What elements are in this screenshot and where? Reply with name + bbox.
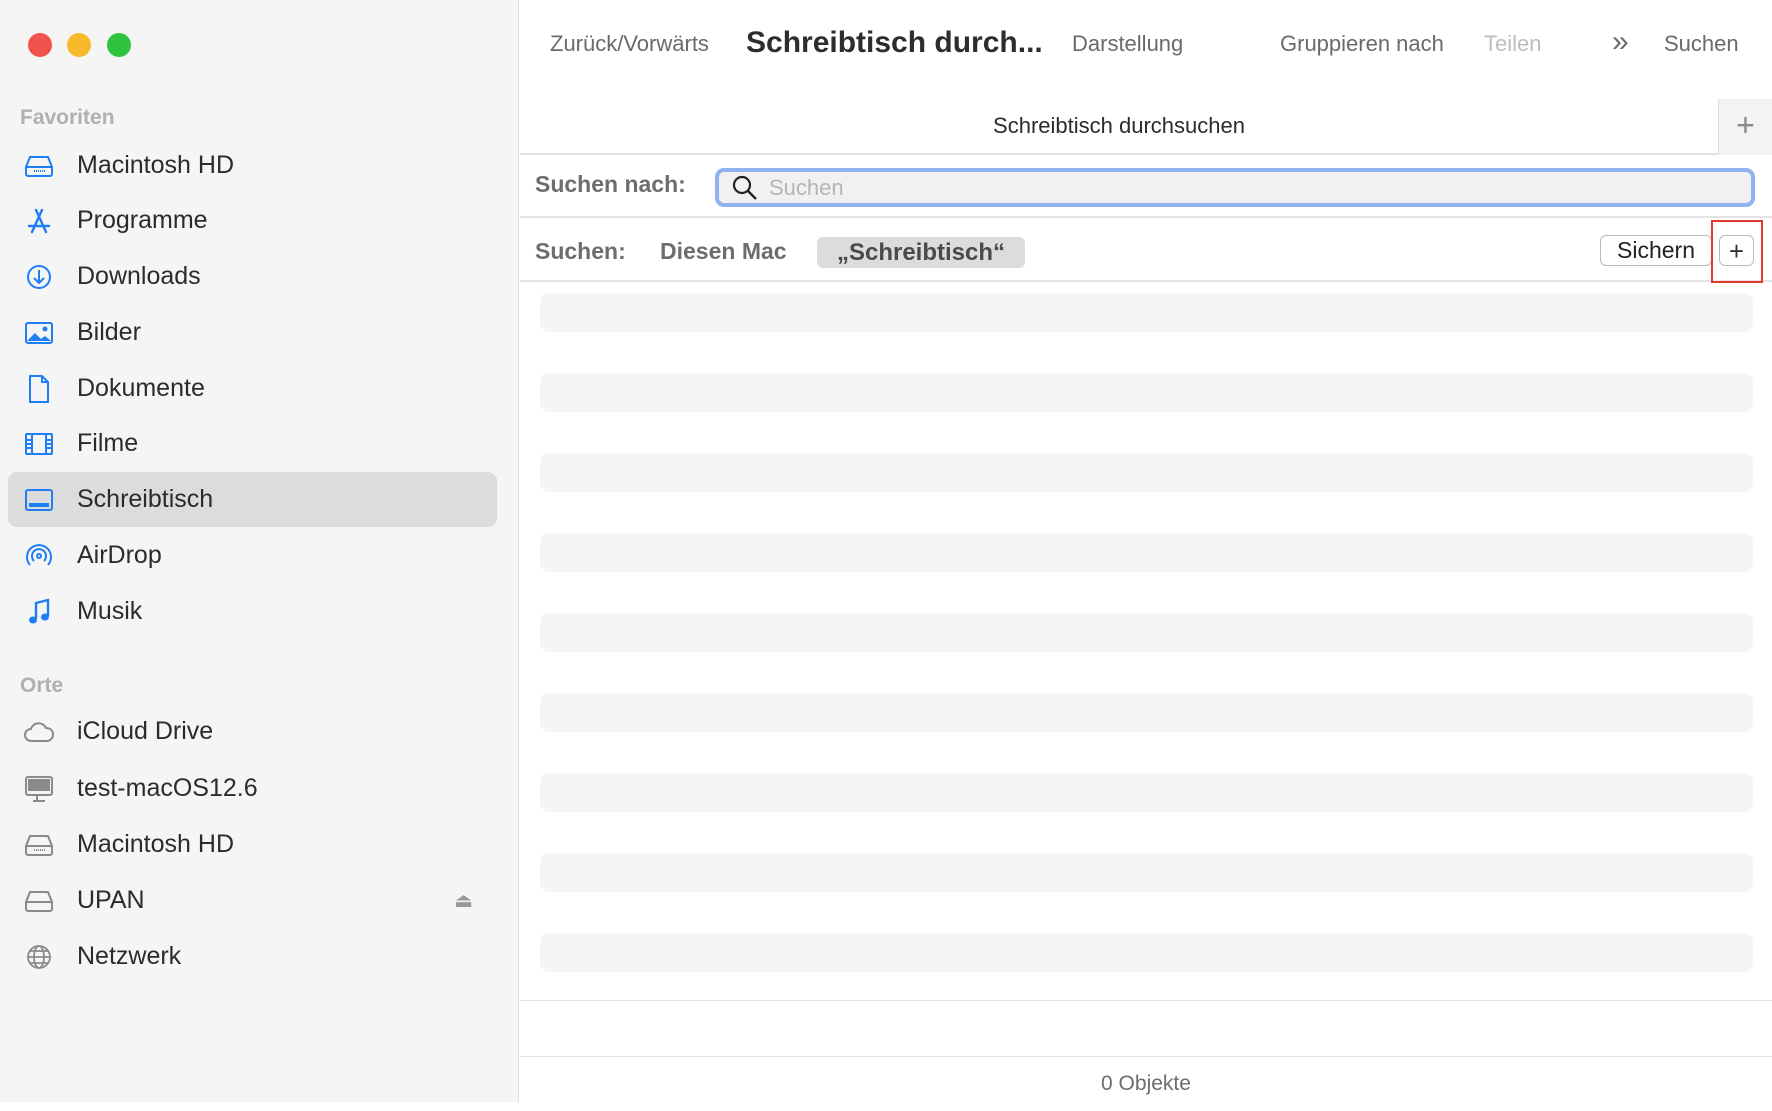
divider bbox=[520, 1000, 1772, 1001]
more-toolbar-icon[interactable]: » bbox=[1612, 25, 1629, 59]
applications-icon bbox=[23, 207, 55, 235]
cloud-icon bbox=[23, 721, 55, 743]
sidebar-item-downloads[interactable]: Downloads bbox=[8, 249, 497, 304]
save-search-button[interactable]: Sichern bbox=[1600, 235, 1712, 266]
sidebar-item-filme[interactable]: Filme bbox=[8, 416, 497, 471]
sidebar-item-label: AirDrop bbox=[77, 541, 162, 569]
airdrop-icon bbox=[23, 542, 55, 570]
search-toolbar-button[interactable]: Suchen bbox=[1664, 31, 1739, 57]
internal-drive-icon bbox=[23, 834, 55, 856]
sidebar-item-label: Programme bbox=[77, 206, 208, 234]
scope-this-mac[interactable]: Diesen Mac bbox=[660, 238, 787, 265]
sidebar-item-label: Musik bbox=[77, 597, 143, 625]
scope-desktop[interactable]: „Schreibtisch“ bbox=[817, 237, 1025, 268]
tab-bar: Schreibtisch durchsuchen + bbox=[520, 99, 1772, 155]
close-button[interactable] bbox=[28, 33, 52, 57]
minimize-button[interactable] bbox=[67, 33, 91, 57]
external-drive-icon bbox=[23, 890, 55, 912]
eject-icon[interactable]: ⏏ bbox=[454, 888, 473, 913]
group-by-button[interactable]: Gruppieren nach bbox=[1280, 31, 1444, 57]
sidebar-item-label: Macintosh HD bbox=[77, 830, 234, 858]
result-row-placeholder bbox=[540, 293, 1753, 332]
scope-label: Suchen: bbox=[535, 238, 626, 264]
scope-row: Suchen: Diesen Mac „Schreibtisch“ Sicher… bbox=[520, 218, 1772, 283]
sidebar: Favoriten Macintosh HD Programme Downloads… bbox=[0, 0, 519, 1102]
result-row-placeholder bbox=[540, 773, 1753, 812]
search-icon bbox=[732, 175, 757, 200]
result-row-placeholder bbox=[540, 693, 1753, 732]
music-icon bbox=[23, 597, 55, 626]
desktop-icon bbox=[23, 488, 55, 512]
sidebar-item-label: Bilder bbox=[77, 318, 141, 346]
highlight-box bbox=[1711, 220, 1763, 283]
status-bar: 0 Objekte bbox=[520, 1056, 1772, 1102]
sidebar-item-schreibtisch[interactable]: Schreibtisch bbox=[8, 472, 497, 527]
downloads-icon bbox=[23, 263, 55, 291]
computer-icon bbox=[23, 775, 55, 803]
favorites-heading: Favoriten bbox=[20, 106, 115, 129]
new-tab-button[interactable]: + bbox=[1718, 99, 1772, 155]
zoom-button[interactable] bbox=[107, 33, 131, 57]
finder-main: Zurück/Vorwärts Schreibtisch durch... Da… bbox=[520, 0, 1772, 1102]
sidebar-item-label: Downloads bbox=[77, 262, 201, 290]
sidebar-item-label: UPAN bbox=[77, 886, 145, 914]
view-button[interactable]: Darstellung bbox=[1072, 31, 1183, 57]
internal-drive-icon bbox=[23, 155, 55, 177]
sidebar-item-macintosh-hd[interactable]: Macintosh HD bbox=[8, 138, 497, 193]
pictures-icon bbox=[23, 321, 55, 345]
sidebar-item-label: test-macOS12.6 bbox=[77, 774, 258, 802]
search-field[interactable] bbox=[715, 168, 1755, 207]
sidebar-item-label: iCloud Drive bbox=[77, 717, 214, 745]
sidebar-item-upan[interactable]: UPAN ⏏ bbox=[8, 873, 497, 928]
share-button[interactable]: Teilen bbox=[1484, 31, 1541, 57]
result-row-placeholder bbox=[540, 853, 1753, 892]
back-forward-button[interactable]: Zurück/Vorwärts bbox=[550, 31, 709, 57]
sidebar-item-airdrop[interactable]: AirDrop bbox=[8, 528, 497, 583]
result-row-placeholder bbox=[540, 613, 1753, 652]
movies-icon bbox=[23, 432, 55, 456]
sidebar-item-musik[interactable]: Musik bbox=[8, 584, 497, 639]
sidebar-item-label: Macintosh HD bbox=[77, 151, 234, 179]
window-title: Schreibtisch durch... bbox=[746, 26, 1043, 59]
sidebar-item-programme[interactable]: Programme bbox=[8, 193, 497, 248]
sidebar-item-label: Netzwerk bbox=[77, 942, 182, 970]
result-row-placeholder bbox=[540, 933, 1753, 972]
search-row: Suchen nach: bbox=[520, 155, 1772, 218]
result-row-placeholder bbox=[540, 373, 1753, 412]
search-input[interactable] bbox=[769, 174, 1669, 201]
sidebar-item-bilder[interactable]: Bilder bbox=[8, 305, 497, 360]
sidebar-item-label: Dokumente bbox=[77, 374, 205, 402]
sidebar-item-label: Schreibtisch bbox=[77, 485, 214, 513]
locations-heading: Orte bbox=[20, 674, 64, 697]
sidebar-item-macintosh-hd[interactable]: Macintosh HD bbox=[8, 817, 497, 872]
sidebar-item-dokumente[interactable]: Dokumente bbox=[8, 361, 497, 416]
sidebar-item-test-macos12-6[interactable]: test-macOS12.6 bbox=[8, 761, 497, 816]
sidebar-item-icloud-drive[interactable]: iCloud Drive bbox=[8, 704, 497, 759]
search-for-label: Suchen nach: bbox=[535, 171, 686, 197]
sidebar-item-label: Filme bbox=[77, 429, 139, 457]
network-icon bbox=[23, 943, 55, 971]
sidebar-item-netzwerk[interactable]: Netzwerk bbox=[8, 929, 497, 984]
tab-search-desktop[interactable]: Schreibtisch durchsuchen bbox=[520, 113, 1718, 139]
document-icon bbox=[23, 374, 55, 404]
result-row-placeholder bbox=[540, 533, 1753, 572]
result-row-placeholder bbox=[540, 453, 1753, 492]
